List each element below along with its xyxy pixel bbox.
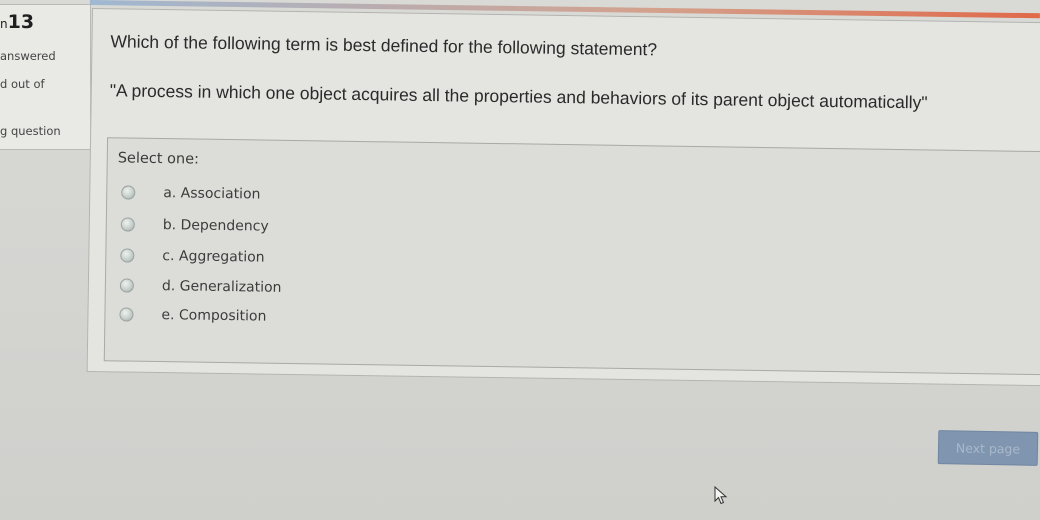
radio-button-icon[interactable] [120,248,135,263]
radio-button-icon[interactable] [119,278,134,293]
next-page-button[interactable]: Next page [937,430,1039,466]
option-generalization[interactable]: d. Generalization [119,277,282,296]
radio-button-icon[interactable] [119,307,134,322]
question-text: Which of the following term is best defi… [110,31,658,60]
arrow-cursor-icon [714,486,728,505]
flag-question-link[interactable]: g question [0,124,61,138]
question-number: n13 [0,11,34,33]
option-association[interactable]: a. Association [121,184,261,203]
option-label: d. Generalization [161,278,282,296]
option-aggregation[interactable]: c. Aggregation [120,247,265,266]
option-label: c. Aggregation [162,248,265,266]
option-composition[interactable]: e. Composition [119,306,267,325]
answer-box: Select one: a. Association b. Dependency… [103,137,1040,376]
question-status: answered [0,49,56,63]
question-number-prefix: n [0,17,8,31]
quiz-page: n13 answered d out of g question Which o… [0,0,1040,520]
question-number-value: 13 [7,11,35,33]
question-info-panel: n13 answered d out of g question [0,4,91,150]
select-one-prompt: Select one: [117,150,200,168]
question-card: Which of the following term is best defi… [86,8,1040,387]
option-dependency[interactable]: b. Dependency [120,216,269,235]
question-statement: "A process in which one object acquires … [109,80,928,113]
option-label: a. Association [163,185,261,203]
option-label: e. Composition [161,307,267,325]
option-label: b. Dependency [162,217,269,235]
radio-button-icon[interactable] [121,185,136,200]
radio-button-icon[interactable] [120,217,135,232]
question-marks: d out of [0,77,45,91]
